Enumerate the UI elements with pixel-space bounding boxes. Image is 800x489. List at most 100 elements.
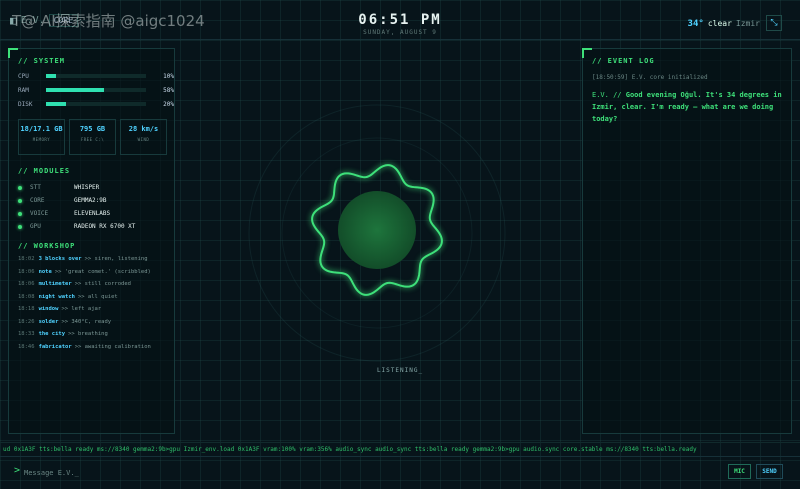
system-tiles: 18/17.1 GB MEMORY 795 GB FREE C:\ 28 km/… [18,119,174,155]
stat-label: RAM [18,86,29,94]
module-row: GPU RADEON RX 6700 XT [18,220,135,233]
workshop-name: fabricator [38,343,72,350]
workshop-row: 18:08 night watch >> all quiet [18,294,170,307]
status-dot-icon [18,224,22,229]
status-dot-icon [18,211,22,216]
weather-widget: 34° clear Izmir [688,19,760,29]
workshop-time: 18:26 [18,318,35,325]
status-dot-icon [18,198,22,203]
workshop-status: >> still corroded [74,281,131,287]
module-row: VOICE ELEVENLABS [18,207,135,220]
module-name: STT [30,184,41,191]
weather-condition: clear [707,19,732,28]
top-bar: ◧ E.V. CORE T@ AI探索指南 @aigc1024 06:51 PM… [0,0,800,40]
prompt-icon: > [14,465,21,476]
module-name: GPU [30,223,41,230]
workshop-title: // WORKSHOP [18,242,76,250]
orb-graphic [311,164,443,296]
workshop-name: note [38,268,52,275]
workshop-name: solder [38,318,59,325]
weather-city: Izmir [735,19,760,28]
stat-row-ram: RAM 58% [18,83,174,97]
clock-date: SUNDAY, AUGUST 9 [363,29,437,36]
tile-value: 18/17.1 GB [20,125,63,133]
event-log-entry: [18:50:59] E.V. core initialized [592,74,708,81]
workshop-time: 18:18 [18,306,35,312]
tile-label: MEMORY [32,137,51,142]
workshop-row: 18:18 window >> left ajar [18,306,170,319]
workshop-row: 18:06 multimeter >> still corroded [18,281,170,294]
panel-corner-accent [8,48,18,58]
workshop-status: >> 'great comet.' (scribbled) [54,268,151,275]
workshop-name: multimeter [38,281,72,287]
workshop-status: >> awaiting calibration [74,343,151,350]
module-name: CORE [30,197,45,204]
weather-temperature: 34° [687,19,704,29]
stat-bar [46,102,146,106]
mic-button[interactable]: MIC [728,464,751,479]
status-ticker: ud 0x1A3F tts:bella ready ms://8340 gemm… [0,442,800,456]
stat-bar-fill [46,102,66,106]
module-row: STT WHISPER [18,181,135,194]
workshop-time: 18:33 [18,331,35,337]
event-log-title: // EVENT LOG [592,57,655,65]
workshop-row: 18:06 note >> 'great comet.' (scribbled) [18,269,170,282]
module-value: ELEVENLABS [74,210,111,217]
listening-status: LISTENING_ [376,367,424,374]
workshop-time: 18:08 [18,293,35,300]
module-name: VOICE [30,210,49,217]
stat-bar-fill [46,74,56,78]
modules-section: // MODULES STT WHISPER CORE GEMMA2:9B VO… [18,167,135,233]
system-title: // SYSTEM [18,57,65,65]
module-row: CORE GEMMA2:9B [18,194,135,207]
workshop-time: 18:46 [18,343,35,350]
module-value: WHISPER [74,184,100,191]
workshop-status: >> breathing [68,331,108,337]
tile-memory: 18/17.1 GB MEMORY [18,119,65,155]
workshop-name: the city [38,331,66,337]
orb-core [338,191,416,269]
right-panel: // EVENT LOG [18:50:59] E.V. core initia… [582,48,792,434]
workshop-status: >> left ajar [61,306,102,312]
send-button[interactable]: SEND [756,464,783,479]
stat-bar [46,74,146,78]
stat-bar [46,88,146,92]
stat-row-disk: DISK 20% [18,97,174,111]
tile-free-disk: 795 GB FREE C:\ [69,119,116,155]
workshop-status: >> 340°C, ready [61,318,112,325]
event-log-message: E.V. // Good evening Oğul. It's 34 degre… [592,89,784,125]
stat-row-cpu: CPU 10% [18,69,174,83]
stat-value: 58% [163,86,174,94]
event-log-section: // EVENT LOG [18:50:59] E.V. core initia… [592,57,784,125]
expand-icon: ⤡ [770,18,778,28]
stat-bar-fill [46,88,104,92]
tile-value: 795 GB [79,125,106,133]
message-input[interactable] [24,466,704,480]
module-value: RADEON RX 6700 XT [74,223,136,230]
workshop-name: 3 blocks over [38,256,82,262]
workshop-time: 18:02 [18,256,35,262]
tile-label: WIND [137,137,150,142]
status-dot-icon [18,185,22,190]
workshop-status: >> siren, listening [84,256,148,262]
stat-value: 10% [163,72,174,80]
workshop-time: 18:06 [18,281,35,287]
stat-label: CPU [18,72,29,80]
clock-time: 06:51 PM [358,12,442,28]
module-value: GEMMA2:9B [74,197,107,204]
workshop-row: 18:26 solder >> 340°C, ready [18,319,170,332]
workshop-row: 18:02 3 blocks over >> siren, listening [18,256,170,269]
modules-title: // MODULES [18,167,71,175]
panel-corner-accent [582,48,592,58]
expand-button[interactable]: ⤡ [766,15,782,31]
voice-orb[interactable] [292,155,462,305]
workshop-status: >> all quiet [78,293,118,300]
input-bar: > MIC SEND [0,456,800,489]
workshop-section: // WORKSHOP 18:02 3 blocks over >> siren, … [18,242,170,356]
workshop-row: 18:46 fabricator >> awaiting calibration [18,344,170,357]
tile-label: FREE C:\ [80,137,105,142]
system-section: // SYSTEM CPU 10% RAM 58% DISK 20% 18/17… [18,57,174,155]
stat-value: 20% [163,100,174,108]
system-stats: CPU 10% RAM 58% DISK 20% [18,69,174,111]
workshop-row: 18:33 the city >> breathing [18,331,170,344]
